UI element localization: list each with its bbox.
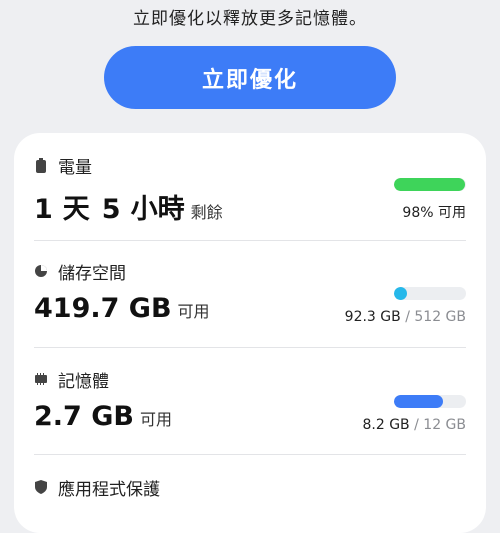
battery-hours-value: 5 [101,194,121,225]
memory-usage-fill [394,395,443,408]
optimize-hint-text: 立即優化以釋放更多記憶體。 [133,9,367,29]
storage-available: 419.7 GB 可用 [34,293,210,324]
memory-total: 12 GB [423,417,466,433]
memory-usage-bar [394,395,466,408]
battery-hours-unit: 小時 [130,194,185,225]
memory-header: 記憶體 [34,367,466,392]
storage-usage-fill [394,287,407,300]
storage-separator: / [400,309,415,325]
shield-icon [34,480,48,494]
battery-level-bar [394,178,466,191]
device-care-card: 電量 1 天 5 小時 剩餘 98% 可用 儲存空間 419.7 GB 可用 9… [14,133,486,533]
storage-used: 92.3 GB [344,309,401,325]
memory-available: 2.7 GB 可用 [34,401,172,432]
battery-days-unit: 天 [62,194,90,225]
memory-used: 8.2 GB [362,417,410,433]
memory-title: 記憶體 [58,371,109,392]
memory-available-value: 2.7 GB [34,401,134,432]
battery-remaining: 1 天 5 小時 剩餘 [34,187,223,226]
battery-level-fill [394,178,465,191]
memory-separator: / [409,417,424,433]
app-protection-header: 應用程式保護 [34,475,466,500]
battery-days-value: 1 [34,194,53,225]
app-protection-title: 應用程式保護 [58,479,160,500]
memory-section[interactable]: 記憶體 2.7 GB 可用 8.2 GB / 12 GB [34,367,466,447]
divider [34,240,466,241]
storage-title: 儲存空間 [58,263,126,284]
battery-title: 電量 [58,157,92,178]
app-protection-section[interactable]: 應用程式保護 [34,475,466,515]
storage-usage-text: 92.3 GB / 512 GB [345,309,466,325]
storage-available-value: 419.7 GB [34,293,172,324]
pie-chart-icon [34,264,48,278]
storage-total: 512 GB [414,309,466,325]
battery-section[interactable]: 電量 1 天 5 小時 剩餘 98% 可用 [34,153,466,233]
storage-usage-bar [394,287,466,300]
memory-available-label: 可用 [139,410,172,429]
optimize-now-button[interactable]: 立即優化 [104,46,396,109]
storage-available-label: 可用 [177,302,210,321]
divider [34,347,466,348]
divider [34,454,466,455]
storage-header: 儲存空間 [34,259,466,284]
battery-header: 電量 [34,153,466,178]
memory-usage-text: 8.2 GB / 12 GB [362,417,466,433]
storage-section[interactable]: 儲存空間 419.7 GB 可用 92.3 GB / 512 GB [34,259,466,339]
battery-status: 98% 可用 [402,205,466,221]
battery-icon [34,157,48,173]
memory-chip-icon [34,372,48,386]
battery-remaining-label: 剩餘 [190,203,223,222]
